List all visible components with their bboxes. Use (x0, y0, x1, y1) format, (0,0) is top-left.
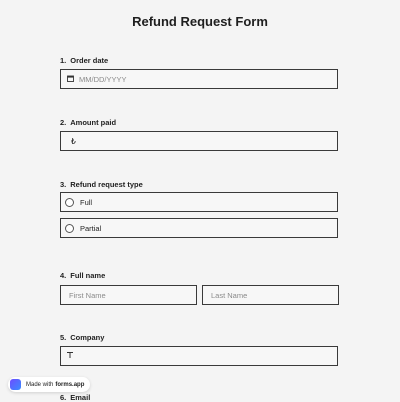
badge-brand: forms.app (55, 381, 85, 388)
question-number: 6. (60, 393, 67, 402)
question-number: 2. (60, 118, 67, 127)
text-icon (61, 351, 79, 361)
forms-app-logo-icon (10, 379, 21, 390)
made-with-badge[interactable]: Made with forms.app (8, 377, 91, 392)
question-text: Order date (70, 56, 109, 65)
order-date-input[interactable]: MM/DD/YYYY (60, 69, 338, 89)
question-number: 4. (60, 271, 67, 280)
question-number: 3. (60, 180, 67, 189)
question-number: 5. (60, 333, 67, 342)
radio-option-partial[interactable]: Partial (60, 218, 338, 238)
order-date-placeholder: MM/DD/YYYY (79, 74, 127, 84)
question-label-email: 6. Email (60, 393, 90, 402)
question-label-order-date: 1. Order date (60, 56, 108, 65)
company-input[interactable] (60, 346, 338, 366)
first-name-placeholder: First Name (69, 290, 106, 300)
calendar-icon (61, 75, 79, 84)
last-name-input[interactable]: Last Name (202, 285, 339, 305)
question-text: Amount paid (70, 118, 117, 127)
badge-prefix: Made with (26, 381, 54, 388)
question-label-amount-paid: 2. Amount paid (60, 118, 116, 127)
question-text: Refund request type (70, 180, 143, 189)
question-text: Full name (70, 271, 106, 280)
radio-option-label: Partial (80, 223, 102, 233)
radio-option-label: Full (80, 197, 93, 207)
question-label-full-name: 4. Full name (60, 271, 105, 280)
question-label-company: 5. Company (60, 333, 104, 342)
amount-paid-input[interactable]: ₺ (60, 131, 338, 151)
radio-circle-icon[interactable] (65, 223, 74, 233)
page-title: Refund Request Form (132, 14, 268, 29)
last-name-placeholder: Last Name (211, 290, 248, 300)
radio-option-full[interactable]: Full (60, 192, 338, 212)
question-label-refund-type: 3. Refund request type (60, 180, 143, 189)
radio-circle-icon[interactable] (65, 197, 74, 207)
first-name-input[interactable]: First Name (60, 285, 197, 305)
question-text: Company (70, 333, 105, 342)
question-number: 1. (60, 56, 67, 65)
question-text: Email (70, 393, 91, 402)
currency-symbol: ₺ (71, 136, 76, 146)
